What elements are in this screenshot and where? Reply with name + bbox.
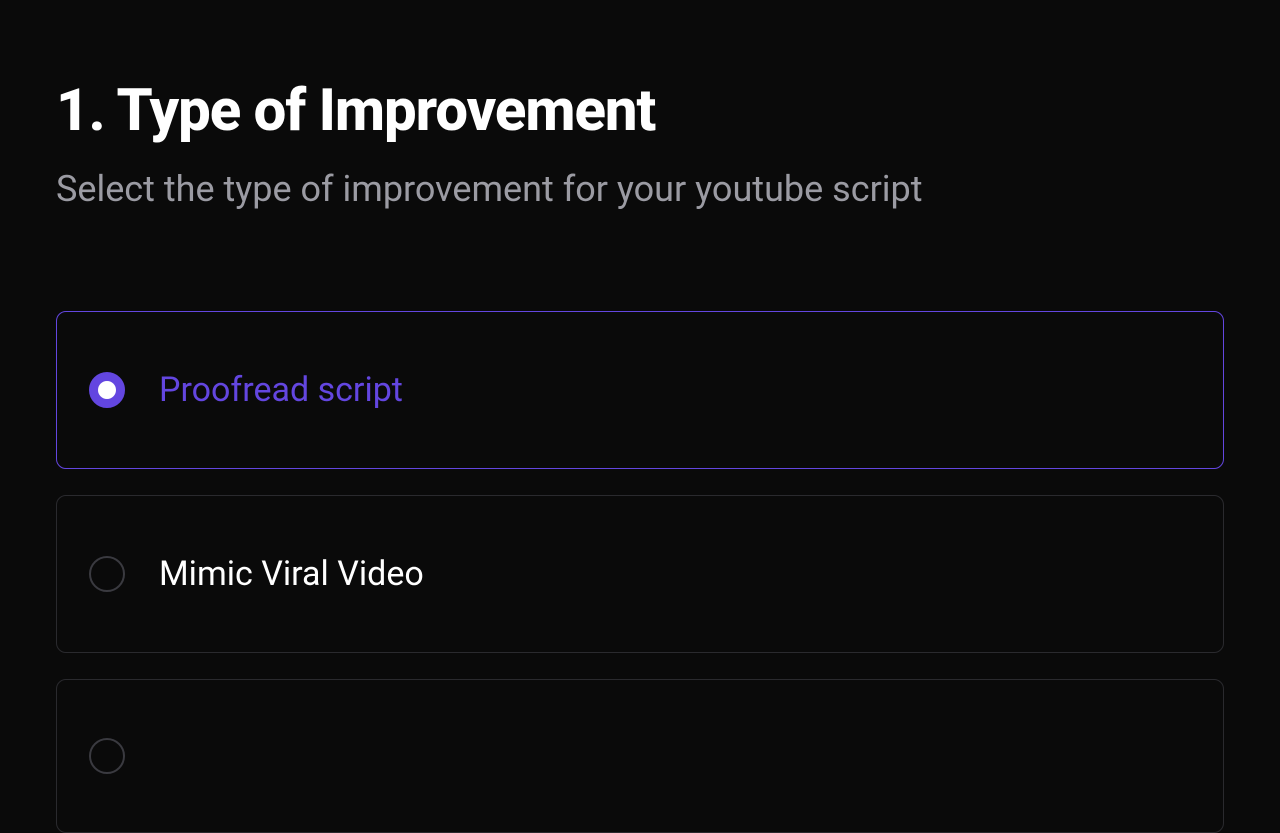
section-subtitle: Select the type of improvement for your … (56, 168, 1224, 211)
radio-unselected-icon (89, 738, 125, 774)
option-label: Mimic Viral Video (159, 554, 424, 594)
section-title: 1. Type of Improvement (56, 80, 1224, 144)
radio-selected-icon (89, 372, 125, 408)
radio-unselected-icon (89, 556, 125, 592)
option-label: Proofread script (159, 370, 403, 410)
option-third[interactable] (56, 679, 1224, 833)
improvement-options-group: Proofread script Mimic Viral Video (56, 311, 1224, 833)
option-mimic-viral-video[interactable]: Mimic Viral Video (56, 495, 1224, 653)
option-proofread-script[interactable]: Proofread script (56, 311, 1224, 469)
